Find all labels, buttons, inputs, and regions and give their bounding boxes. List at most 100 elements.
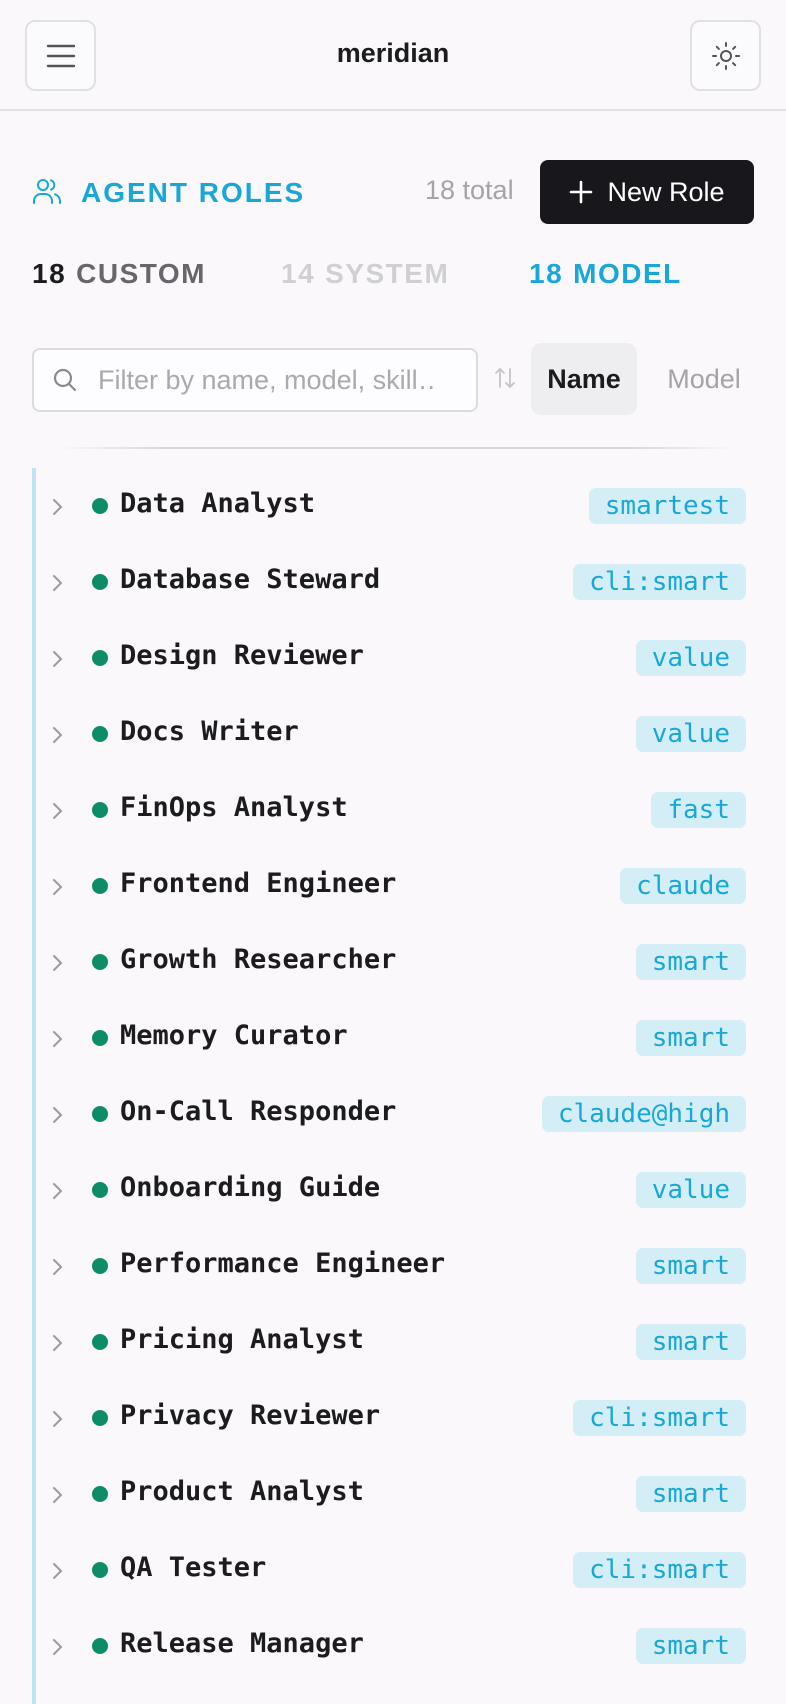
model-badge: smart (635, 1248, 746, 1284)
count-system-label: SYSTEM (325, 258, 450, 289)
role-name: Design Reviewer (120, 640, 364, 671)
sun-icon (711, 41, 740, 70)
new-role-label: New Role (607, 176, 725, 207)
role-name: Frontend Engineer (120, 868, 397, 899)
count-model-label: MODEL (573, 258, 682, 289)
status-dot (92, 574, 108, 590)
count-model-number: 18 (529, 258, 564, 289)
chevron-right-icon[interactable] (52, 1410, 64, 1428)
role-row[interactable]: Research Analystsmart (36, 1684, 746, 1704)
role-row[interactable]: Docs Writer value (36, 696, 746, 772)
chevron-right-icon[interactable] (52, 954, 64, 972)
chevron-right-icon[interactable] (52, 498, 64, 516)
role-row[interactable]: Product Analyst smart (36, 1456, 746, 1532)
status-dot (92, 802, 108, 818)
role-row[interactable]: Frontend Engineer claude (36, 848, 746, 924)
role-row[interactable]: QA Tester cli:smart (36, 1532, 746, 1608)
sort-direction-icon[interactable] (494, 366, 516, 390)
role-row[interactable]: Pricing Analyst smart (36, 1304, 746, 1380)
chevron-right-icon[interactable] (52, 1486, 64, 1504)
status-dot (92, 498, 108, 514)
count-system[interactable]: 14 SYSTEM (281, 258, 449, 290)
model-badge: value (635, 1172, 746, 1208)
chevron-right-icon[interactable] (52, 1258, 64, 1276)
role-row[interactable]: Privacy Reviewer cli:smart (36, 1380, 746, 1456)
top-bar: meridian (0, 0, 786, 111)
role-name: Memory Curator (120, 1020, 348, 1051)
role-name: Growth Researcher (120, 944, 397, 975)
status-dot (92, 954, 108, 970)
role-name: Release Manager (120, 1628, 364, 1659)
role-row[interactable]: Data Analyst smartest (36, 468, 746, 544)
role-row[interactable]: Memory Curator smart (36, 1000, 746, 1076)
chevron-right-icon[interactable] (52, 1106, 64, 1124)
model-badge: smart (635, 1476, 746, 1512)
role-row[interactable]: FinOps Analyst fast (36, 772, 746, 848)
chevron-right-icon[interactable] (52, 1334, 64, 1352)
chevron-right-icon[interactable] (52, 1638, 64, 1656)
role-row[interactable]: Design Reviewer value (36, 620, 746, 696)
chevron-right-icon[interactable] (52, 726, 64, 744)
divider (60, 447, 734, 449)
role-row[interactable]: Database Steward cli:smart (36, 544, 746, 620)
total-count: 18 total (425, 175, 514, 205)
count-system-number: 14 (281, 258, 316, 289)
status-dot (92, 1030, 108, 1046)
sort-by-name-button[interactable]: Name (531, 343, 637, 415)
status-dot (92, 1410, 108, 1426)
count-custom[interactable]: 18 CUSTOM (32, 258, 206, 290)
role-name: FinOps Analyst (120, 792, 348, 823)
status-dot (92, 1486, 108, 1502)
model-badge: smart (635, 1020, 746, 1056)
page-title: AGENT ROLES (81, 177, 306, 208)
chevron-right-icon[interactable] (52, 1030, 64, 1048)
status-dot (92, 1562, 108, 1578)
count-model[interactable]: 18 MODEL (529, 258, 682, 290)
model-badge: claude (620, 868, 746, 904)
role-row[interactable]: Growth Researcher smart (36, 924, 746, 1000)
status-dot (92, 1182, 108, 1198)
chevron-right-icon[interactable] (52, 802, 64, 820)
model-badge: cli:smart (573, 1400, 746, 1436)
plus-icon (570, 180, 593, 204)
page-header: AGENT ROLES 18 total New Role (32, 160, 754, 224)
app-title: meridian (336, 38, 450, 68)
search-input[interactable] (98, 350, 438, 410)
status-dot (92, 1334, 108, 1350)
status-dot (92, 650, 108, 666)
search-icon (53, 368, 77, 392)
role-list: Data Analyst smartest Database Steward cli:… (32, 468, 746, 1704)
chevron-right-icon[interactable] (52, 574, 64, 592)
chevron-right-icon[interactable] (52, 1182, 64, 1200)
role-name: Database Steward (120, 564, 381, 595)
chevron-right-icon[interactable] (52, 650, 64, 668)
status-dot (92, 1106, 108, 1122)
model-badge: cli:smart (573, 564, 746, 600)
theme-toggle-button[interactable] (690, 20, 761, 91)
model-badge: fast (651, 792, 746, 828)
model-badge: smart (635, 1324, 746, 1360)
new-role-button[interactable]: New Role (540, 160, 754, 224)
model-badge: cli:smart (573, 1552, 746, 1588)
role-row[interactable]: On-Call Responder claude@high (36, 1076, 746, 1152)
chevron-right-icon[interactable] (52, 1562, 64, 1580)
sort-by-model-button[interactable]: Model (654, 343, 754, 415)
status-dot (92, 1638, 108, 1654)
status-dot (92, 726, 108, 742)
count-custom-number: 18 (32, 258, 67, 289)
role-counts: 18 CUSTOM 14 SYSTEM 18 MODEL (32, 258, 754, 298)
role-name: Onboarding Guide (120, 1172, 381, 1203)
status-dot (92, 1258, 108, 1274)
role-row[interactable]: Onboarding Guide value (36, 1152, 746, 1228)
role-row[interactable]: Performance Engineer smart (36, 1228, 746, 1304)
model-badge: smartest (588, 488, 746, 524)
role-name: Data Analyst (120, 488, 316, 519)
model-badge: claude@high (541, 1096, 746, 1132)
role-row[interactable]: Release Manager smart (36, 1608, 746, 1684)
model-badge: smart (635, 1628, 746, 1664)
chevron-right-icon[interactable] (52, 878, 64, 896)
role-name: QA Tester (120, 1552, 267, 1583)
role-name: On-Call Responder (120, 1096, 397, 1127)
count-custom-label: CUSTOM (76, 258, 206, 289)
role-name: Privacy Reviewer (120, 1400, 381, 1431)
